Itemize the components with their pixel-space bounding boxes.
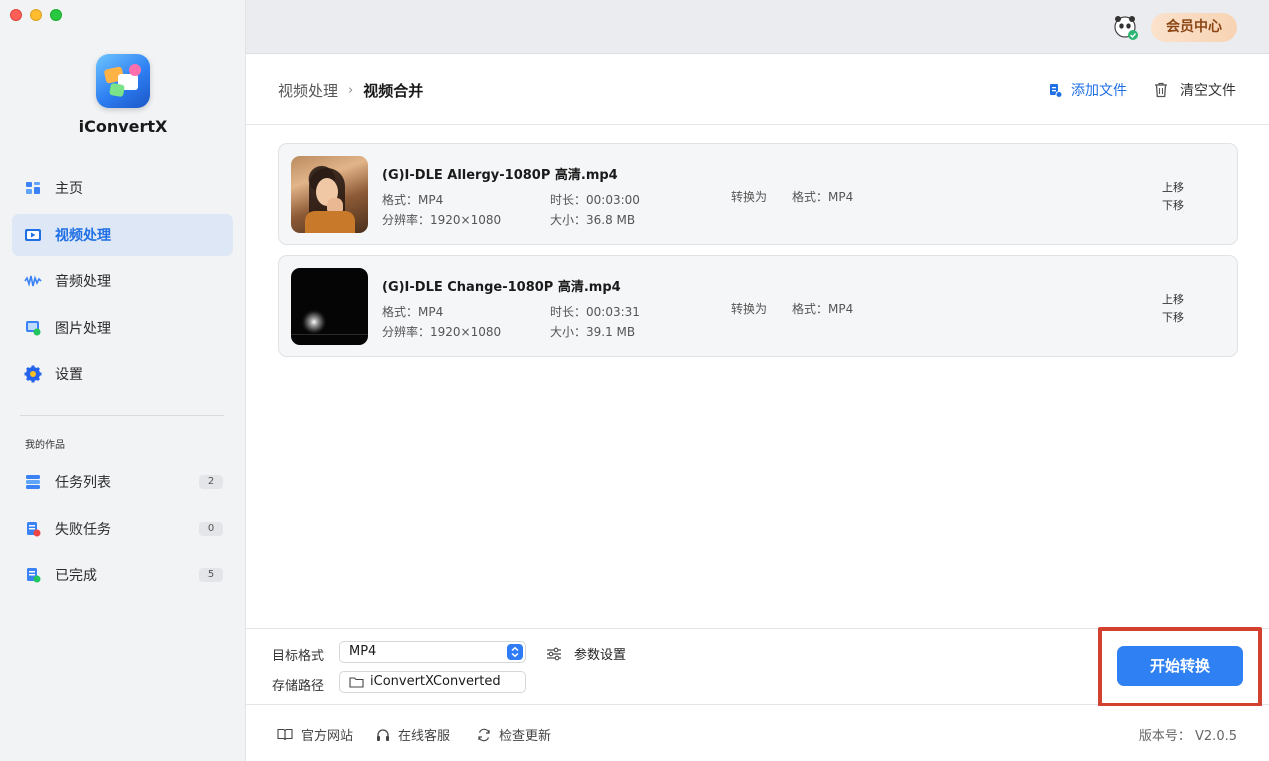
close-window-button[interactable]	[10, 9, 22, 21]
parameter-settings-label: 参数设置	[574, 648, 627, 663]
sidebar-item-label: 图片处理	[55, 320, 111, 337]
sidebar-item-label: 设置	[55, 367, 83, 383]
file-name: (G)I-DLE Allergy-1080P 高清.mp4	[382, 168, 618, 183]
book-icon	[277, 728, 293, 741]
start-conversion-button[interactable]: 开始转换	[1117, 646, 1243, 686]
main-nav: 主页 视频处理 音频处理 图片处理 设置	[12, 167, 233, 400]
page-header: 视频处理 › 视频合并 添加文件 清空文件	[246, 55, 1269, 125]
version-number: 版本号： V2.0.5	[1138, 729, 1237, 744]
file-size: 大小：36.8 MB	[550, 213, 636, 227]
convert-to-label: 转换为	[731, 190, 768, 204]
count-badge: 5	[199, 568, 223, 582]
sidebar-item-audio[interactable]: 音频处理	[12, 260, 233, 302]
target-format-value: MP4	[349, 644, 377, 659]
image-icon	[24, 319, 42, 337]
clear-files-button[interactable]: 清空文件	[1154, 80, 1236, 100]
breadcrumb-parent[interactable]: 视频处理	[278, 80, 338, 101]
sidebar-item-video[interactable]: 视频处理	[12, 213, 233, 256]
sidebar-item-image[interactable]: 图片处理	[12, 307, 233, 349]
parameter-settings-button[interactable]: 参数设置	[546, 644, 626, 663]
breadcrumb: 视频处理 › 视频合并	[278, 80, 423, 101]
sidebar-item-completed[interactable]: 已完成 5	[12, 554, 233, 596]
file-list: (G)I-DLE Allergy-1080P 高清.mp4 格式：MP4 分辨率…	[278, 143, 1238, 367]
save-path-field[interactable]: iConvertXConverted	[339, 671, 526, 693]
sidebar-item-label: 失败任务	[55, 521, 111, 538]
chevron-updown-icon	[507, 644, 523, 660]
sidebar: iConvertX 主页 视频处理 音频处理 图片处理 设置 我的作品 任务列表…	[0, 0, 246, 761]
add-file-label: 添加文件	[1071, 83, 1127, 99]
home-icon	[24, 179, 42, 197]
gear-icon	[24, 365, 42, 383]
maximize-window-button[interactable]	[50, 9, 62, 21]
vip-center-button[interactable]: 会员中心	[1151, 13, 1237, 42]
audio-wave-icon	[24, 272, 42, 290]
footer: 官方网站 在线客服 检查更新 版本号： V2.0.5	[246, 706, 1269, 761]
file-size: 大小：39.1 MB	[550, 325, 636, 339]
save-path-value: iConvertXConverted	[370, 674, 501, 689]
file-format: 格式：MP4	[382, 193, 444, 207]
app-name: iConvertX	[78, 117, 168, 136]
folder-icon	[349, 677, 364, 688]
file-format: 格式：MP4	[382, 305, 444, 319]
add-file-icon	[1050, 83, 1062, 98]
file-name: (G)I-DLE Change-1080P 高清.mp4	[382, 280, 621, 295]
move-down-button[interactable]: 下移	[1162, 309, 1184, 325]
window-controls	[10, 9, 62, 21]
headphones-icon	[377, 728, 389, 741]
move-down-button[interactable]: 下移	[1162, 197, 1184, 213]
sidebar-item-label: 已完成	[55, 568, 97, 584]
count-badge: 2	[199, 475, 223, 489]
video-thumbnail	[291, 156, 368, 233]
file-item[interactable]: (G)I-DLE Allergy-1080P 高清.mp4 格式：MP4 分辨率…	[278, 143, 1238, 245]
video-icon	[24, 226, 42, 244]
move-up-button[interactable]: 上移	[1162, 179, 1184, 195]
section-label-my-works: 我的作品	[25, 440, 65, 451]
official-website-label: 官方网站	[301, 729, 354, 744]
my-works-list: 任务列表 2 失败任务 0 已完成 5	[12, 461, 233, 601]
sidebar-item-settings[interactable]: 设置	[12, 353, 233, 395]
top-bar: 会员中心	[246, 0, 1269, 54]
page-title: 视频合并	[363, 82, 424, 100]
move-up-button[interactable]: 上移	[1162, 291, 1184, 307]
target-format-label: 目标格式	[272, 649, 325, 664]
target-format[interactable]: 格式：MP4	[792, 188, 853, 205]
convert-to-label: 转换为	[731, 302, 768, 316]
file-duration: 时长：00:03:00	[550, 193, 640, 207]
sidebar-item-failed[interactable]: 失败任务 0	[12, 508, 233, 550]
target-format-select[interactable]: MP4	[339, 641, 526, 663]
sidebar-item-label: 主页	[55, 181, 83, 197]
target-format[interactable]: 格式：MP4	[792, 300, 853, 317]
refresh-icon	[478, 728, 490, 741]
failed-task-icon	[24, 520, 42, 538]
online-support-link[interactable]: 在线客服	[376, 725, 450, 744]
sidebar-item-label: 视频处理	[55, 227, 111, 244]
save-path-label: 存储路径	[272, 679, 325, 694]
sidebar-item-label: 音频处理	[55, 274, 111, 290]
sidebar-item-tasks[interactable]: 任务列表 2	[12, 461, 233, 503]
completed-icon	[24, 566, 42, 584]
file-resolution: 分辨率：1920×1080	[382, 325, 502, 339]
sliders-icon	[547, 647, 561, 660]
app-logo-icon	[96, 54, 150, 108]
breadcrumb-separator: ›	[348, 83, 354, 98]
file-resolution: 分辨率：1920×1080	[382, 213, 502, 227]
add-file-button[interactable]: 添加文件	[1049, 80, 1127, 100]
online-support-label: 在线客服	[398, 729, 451, 744]
sidebar-divider	[20, 415, 224, 416]
trash-icon	[1155, 82, 1167, 98]
sidebar-item-label: 任务列表	[55, 475, 111, 491]
count-badge: 0	[199, 521, 223, 536]
clear-file-label: 清空文件	[1180, 83, 1236, 99]
sidebar-item-home[interactable]: 主页	[12, 167, 233, 209]
official-website-link[interactable]: 官方网站	[277, 725, 353, 744]
video-thumbnail	[291, 268, 368, 345]
file-item[interactable]: (G)I-DLE Change-1080P 高清.mp4 格式：MP4 分辨率：…	[278, 255, 1238, 357]
minimize-window-button[interactable]	[30, 9, 42, 21]
check-update-link[interactable]: 检查更新	[477, 725, 551, 744]
user-avatar-icon[interactable]	[1112, 14, 1140, 42]
check-update-label: 检查更新	[499, 729, 552, 744]
file-duration: 时长：00:03:31	[550, 305, 640, 319]
task-list-icon	[24, 473, 42, 491]
